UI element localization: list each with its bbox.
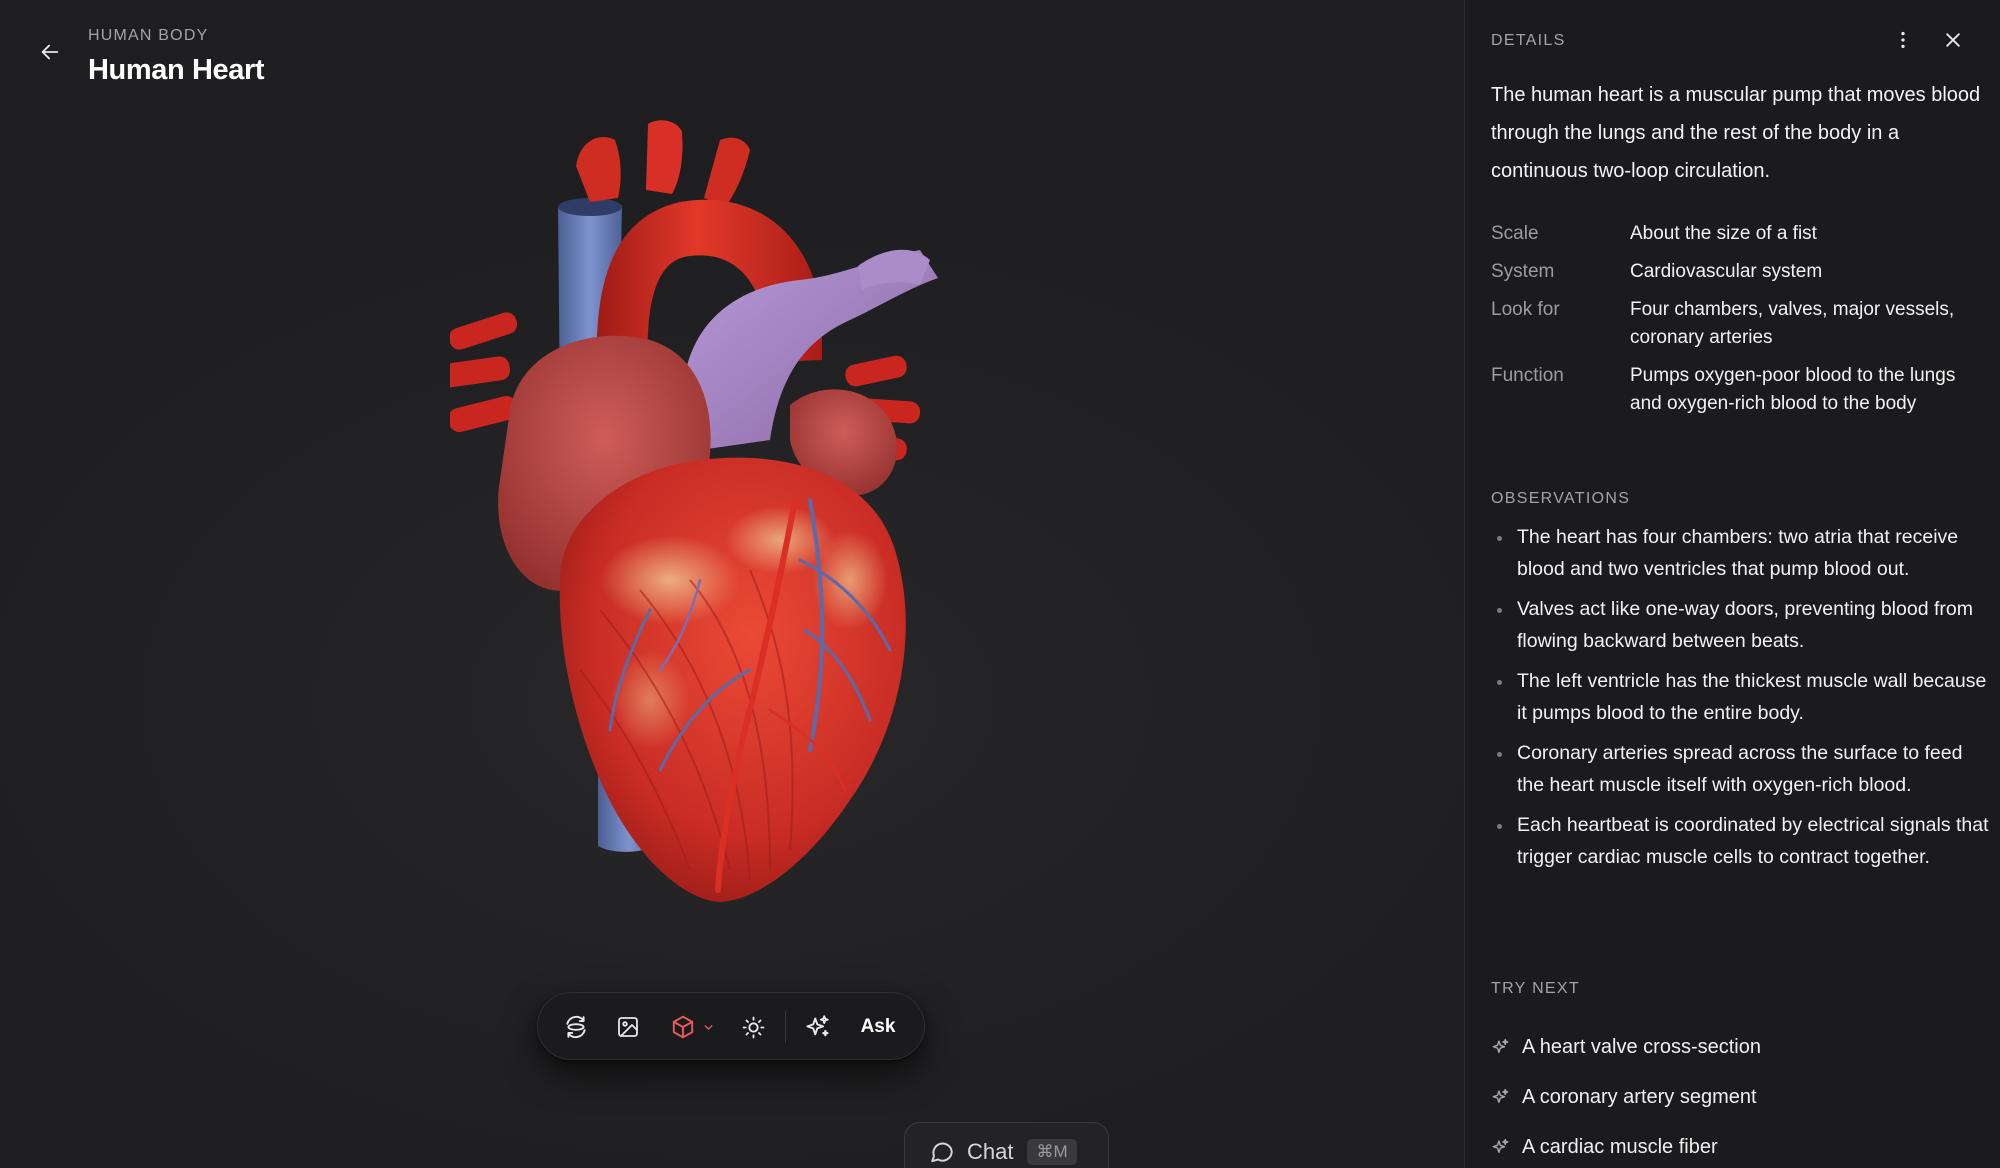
chat-button[interactable]: Chat ⌘M bbox=[904, 1122, 1109, 1168]
close-icon bbox=[1946, 33, 1960, 47]
try-next-item[interactable]: A coronary artery segment bbox=[1491, 1072, 1991, 1122]
observation-item: The heart has four chambers: two atria t… bbox=[1491, 522, 1991, 585]
property-label: Look for bbox=[1491, 299, 1560, 320]
sparkles-icon bbox=[1492, 1138, 1509, 1153]
observation-item: Valves act like one-way doors, preventin… bbox=[1491, 594, 1991, 657]
property-label: Function bbox=[1491, 365, 1564, 386]
heart-model[interactable] bbox=[437, 110, 1010, 920]
observation-item: Each heartbeat is coordinated by electri… bbox=[1491, 810, 1991, 873]
breadcrumb: HUMAN BODY bbox=[88, 27, 209, 44]
back-button[interactable] bbox=[32, 34, 68, 70]
chevron-down-icon bbox=[704, 1024, 712, 1030]
sparkles-icon bbox=[805, 1014, 829, 1036]
property-row-function: Function Pumps oxygen-poor blood to the … bbox=[1491, 362, 1991, 418]
observations-list: The heart has four chambers: two atria t… bbox=[1491, 522, 1991, 882]
property-value: Pumps oxygen-poor blood to the lungs and… bbox=[1630, 365, 1956, 414]
try-next-title: TRY NEXT bbox=[1491, 980, 1580, 997]
toolbar-divider bbox=[785, 1011, 786, 1043]
model-mode-dropdown[interactable] bbox=[660, 1007, 724, 1047]
rotate-button[interactable] bbox=[556, 1007, 596, 1047]
close-panel-button[interactable] bbox=[1939, 26, 1967, 54]
details-header: DETAILS bbox=[1491, 32, 1566, 49]
try-next-list: A heart valve cross-section A coronary a… bbox=[1491, 1022, 1991, 1168]
rotate-3d-icon bbox=[566, 1015, 586, 1039]
generate-button[interactable] bbox=[796, 1007, 838, 1047]
viewer-toolbar: Ask bbox=[537, 992, 925, 1060]
try-next-label: A cardiac muscle fiber bbox=[1522, 1135, 1718, 1158]
model-viewer[interactable]: HUMAN BODY Human Heart Ask Chat ⌘M bbox=[0, 0, 1464, 1168]
property-value: Cardiovascular system bbox=[1630, 261, 1823, 282]
more-vertical-icon bbox=[1901, 31, 1905, 49]
try-next-item[interactable]: A heart valve cross-section bbox=[1491, 1022, 1991, 1072]
properties-list: Scale About the size of a fist System Ca… bbox=[1491, 220, 1991, 428]
property-row-system: System Cardiovascular system bbox=[1491, 258, 1991, 286]
more-options-button[interactable] bbox=[1889, 26, 1917, 54]
cube-icon bbox=[672, 1015, 693, 1039]
image-icon bbox=[618, 1017, 638, 1037]
sparkles-icon bbox=[1492, 1038, 1509, 1053]
arrow-left-icon bbox=[41, 44, 59, 60]
property-label: System bbox=[1491, 261, 1555, 282]
observation-item: Coronary arteries spread across the surf… bbox=[1491, 738, 1991, 801]
observation-item: The left ventricle has the thickest musc… bbox=[1491, 666, 1991, 729]
observations-title: OBSERVATIONS bbox=[1491, 490, 1631, 507]
details-panel: DETAILS The human heart is a muscular pu… bbox=[1464, 0, 2000, 1168]
sun-icon bbox=[742, 1016, 764, 1038]
ask-button[interactable]: Ask bbox=[848, 1007, 908, 1047]
lighting-button[interactable] bbox=[733, 1007, 773, 1047]
page-title: Human Heart bbox=[88, 54, 265, 86]
try-next-label: A coronary artery segment bbox=[1522, 1085, 1757, 1108]
try-next-item[interactable]: A cardiac muscle fiber bbox=[1491, 1122, 1991, 1168]
property-value: About the size of a fist bbox=[1630, 223, 1817, 244]
chat-shortcut-badge: ⌘M bbox=[1027, 1139, 1077, 1165]
chat-label: Chat bbox=[967, 1139, 1014, 1164]
property-value: Four chambers, valves, major vessels, co… bbox=[1630, 299, 1955, 348]
try-next-label: A heart valve cross-section bbox=[1522, 1035, 1761, 1058]
app-window: HUMAN BODY Human Heart Ask Chat ⌘M DETAI… bbox=[0, 0, 2000, 1168]
sparkles-icon bbox=[1492, 1088, 1509, 1103]
property-row-look-for: Look for Four chambers, valves, major ve… bbox=[1491, 296, 1991, 352]
details-summary: The human heart is a muscular pump that … bbox=[1491, 84, 1981, 182]
image-button[interactable] bbox=[608, 1007, 648, 1047]
property-label: Scale bbox=[1491, 223, 1539, 244]
property-row-scale: Scale About the size of a fist bbox=[1491, 220, 1991, 248]
ask-button-label: Ask bbox=[860, 1016, 896, 1037]
chat-bubble-icon bbox=[931, 1142, 953, 1163]
